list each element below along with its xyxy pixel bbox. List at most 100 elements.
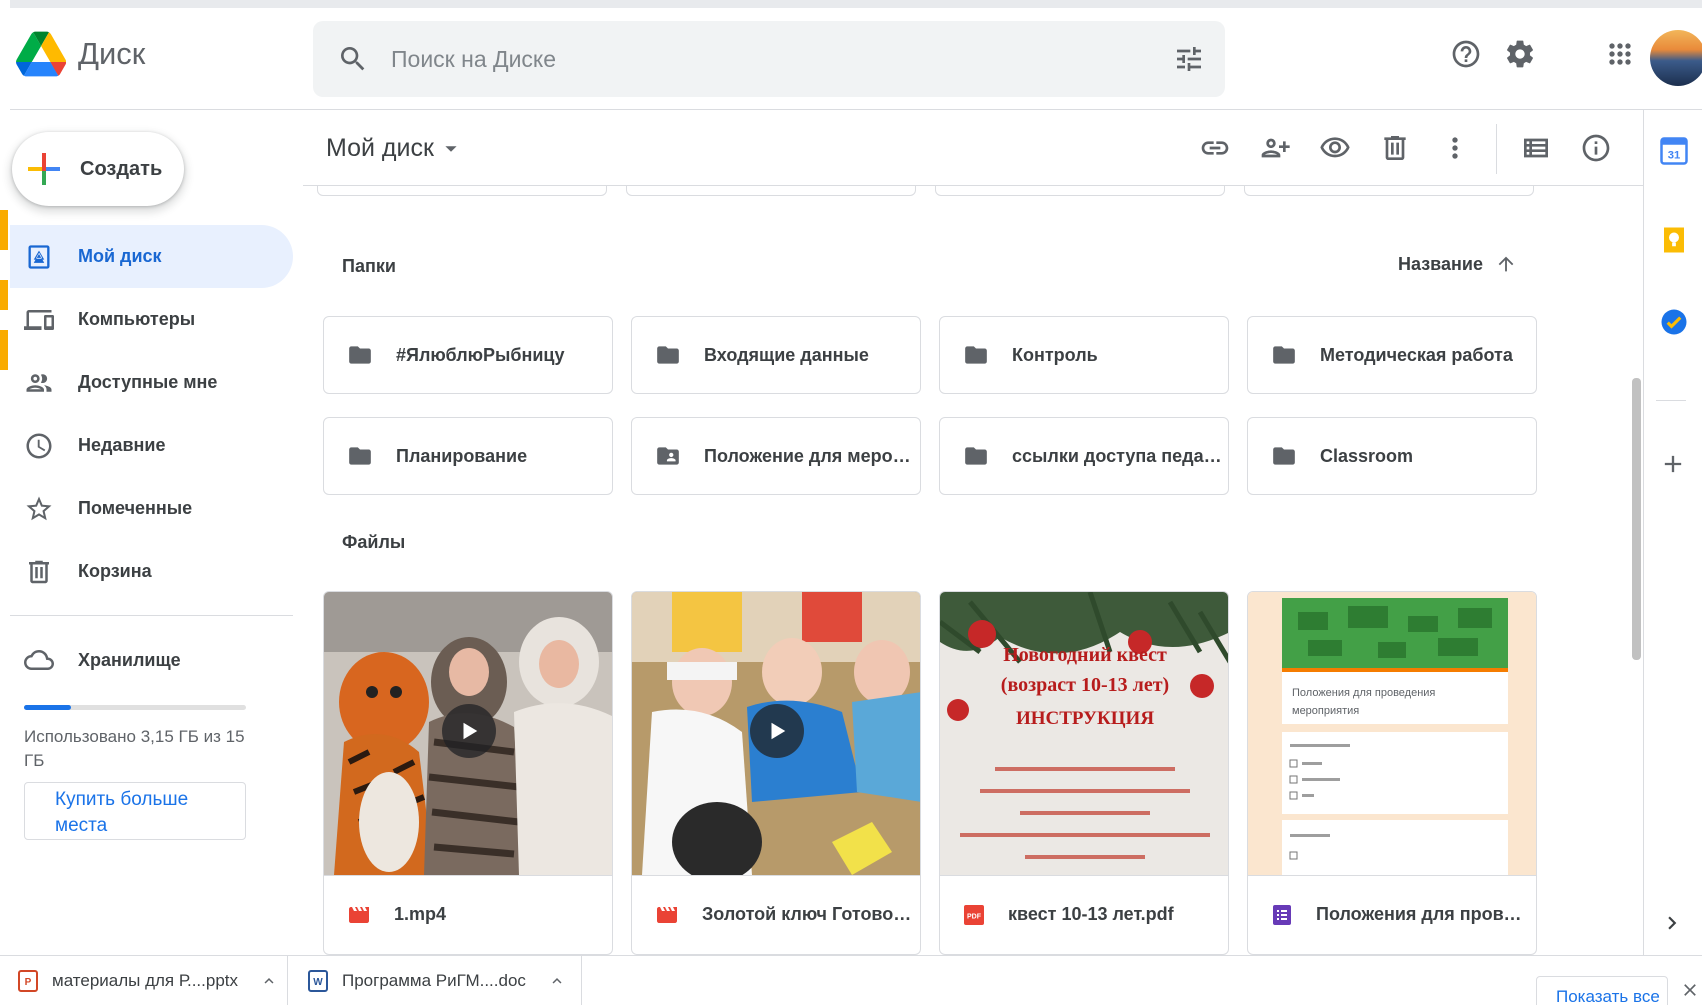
user-avatar[interactable] [1650,30,1702,86]
svg-text:31: 31 [1668,150,1681,162]
download-item-name: материалы для Р....pptx [52,971,239,990]
my-drive-icon [24,242,54,272]
side-panel-separator [1656,400,1686,401]
storage-section: Хранилище Использовано 3,15 ГБ из 15 ГБ … [10,630,293,840]
search-icon[interactable] [337,43,369,75]
video-thumbnail [324,592,612,875]
search-input[interactable] [391,21,1131,97]
file-card[interactable]: 1.mp4 [323,591,613,955]
side-panel: 31 [1643,110,1702,955]
sidebar-item-shared[interactable]: Доступные мне [10,351,293,414]
sidebar-item-trash[interactable]: Корзина [10,540,293,603]
folder-name: Classroom [1320,445,1414,466]
file-card[interactable]: Положения для проведения мероприятия Пол… [1247,591,1537,955]
vertical-scrollbar[interactable] [1632,378,1641,660]
folder-card[interactable]: ссылки доступа педагог... [939,417,1229,495]
delete-trash-icon[interactable] [1379,132,1411,164]
storage-progress-fill [24,705,71,710]
folder-icon [657,346,679,364]
show-all-downloads-button[interactable]: Показать все [1536,976,1668,1005]
scrolled-card [626,186,916,196]
create-button-label: Создать [80,157,163,180]
buy-storage-button[interactable]: Купить больше места [24,782,246,840]
add-addon-plus-icon[interactable] [1659,450,1687,478]
file-card[interactable]: Новогодний квест (возраст 10-13 лет) ИНС… [939,591,1229,955]
arrow-up-icon [1498,256,1514,272]
file-name: 1.mp4 [394,904,447,924]
folder-name: Входящие данные [704,344,869,365]
folder-card[interactable]: Входящие данные [631,316,921,394]
search-options-icon[interactable] [1173,43,1205,75]
download-item[interactable]: W Программа РиГМ....doc [288,956,582,1005]
storage-label: Хранилище [78,649,181,670]
file-name-row: Золотой ключ Готовое.... [632,875,920,953]
folder-card[interactable]: Планирование [323,417,613,495]
pdf-thumbnail-text-lines [960,767,1210,859]
download-item[interactable]: P материалы для Р....pptx [10,956,288,1005]
sidebar-item-label: Помеченные [78,498,193,518]
file-name-row: PDF квест 10-13 лет.pdf [940,875,1228,953]
more-vert-icon[interactable] [1439,132,1471,164]
folder-card[interactable]: Методическая работа [1247,316,1537,394]
clock-icon [24,431,54,461]
sidebar-item-storage[interactable]: Хранилище [10,630,293,690]
breadcrumb[interactable]: Мой диск [326,134,458,163]
sidebar-item-label: Недавние [78,435,166,455]
folder-name: Контроль [1012,344,1098,365]
download-item-name: Программа РиГМ....doc [342,971,526,990]
help-icon[interactable] [1450,38,1482,70]
scrolled-card [935,186,1225,196]
breadcrumb-current: Мой диск [326,134,434,162]
get-link-icon[interactable] [1199,132,1231,164]
toolbar-separator [1496,124,1497,174]
sidebar-item-starred[interactable]: Помеченные [10,477,293,540]
folder-icon [349,346,371,364]
folder-card[interactable]: Положение для меропр... [631,417,921,495]
file-name-row: Положения для провед... [1248,875,1536,953]
storage-usage-text: Использовано 3,15 ГБ из 15 ГБ [24,727,245,770]
chevron-right-icon[interactable] [1659,910,1685,936]
tasks-icon[interactable] [1659,307,1689,337]
preview-eye-icon[interactable] [1319,132,1351,164]
chevron-up-icon[interactable] [548,972,566,990]
cloud-icon [24,645,54,675]
folder-card[interactable]: Контроль [939,316,1229,394]
plus-icon [28,153,60,185]
file-name: Золотой ключ Готовое.... [702,904,912,924]
chevron-up-icon[interactable] [260,972,278,990]
keep-icon[interactable] [1659,225,1689,255]
apps-grid-icon[interactable] [1604,38,1636,70]
info-icon[interactable] [1580,132,1612,164]
drive-logo[interactable]: Диск [16,30,145,78]
scrolled-card [1244,186,1534,196]
folder-card[interactable]: Classroom [1247,417,1537,495]
sidebar-item-my-drive[interactable]: Мой диск [10,225,293,288]
folder-icon [349,447,371,465]
create-button[interactable]: Создать [12,132,184,206]
sidebar-item-label: Компьютеры [78,309,196,329]
folder-name: Положение для меропр... [704,445,914,466]
folder-name: #ЯлюблюРыбницу [396,344,565,365]
video-file-icon [657,906,677,923]
file-name: квест 10-13 лет.pdf [1008,904,1174,924]
powerpoint-file-icon: P [18,970,38,992]
folder-icon [965,447,987,465]
file-card[interactable]: Золотой ключ Готовое.... [631,591,921,955]
top-bar: Диск [10,0,1702,110]
folder-card[interactable]: #ЯлюблюРыбницу [323,316,613,394]
folder-name: ссылки доступа педагог... [1012,445,1222,466]
sort-by-name-button[interactable]: Название [1398,253,1517,275]
share-person-add-icon[interactable] [1259,132,1291,164]
folder-icon [965,346,987,364]
calendar-icon[interactable]: 31 [1659,136,1689,166]
sidebar-item-recent[interactable]: Недавние [10,414,293,477]
svg-text:P: P [25,977,32,988]
sidebar-item-computers[interactable]: Компьютеры [10,288,293,351]
search-bar [313,21,1225,97]
close-icon[interactable] [1680,980,1700,1000]
settings-gear-icon[interactable] [1504,38,1536,70]
word-file-icon: W [308,970,328,992]
trash-icon [24,557,54,587]
list-view-icon[interactable] [1520,132,1552,164]
star-icon [24,494,54,524]
